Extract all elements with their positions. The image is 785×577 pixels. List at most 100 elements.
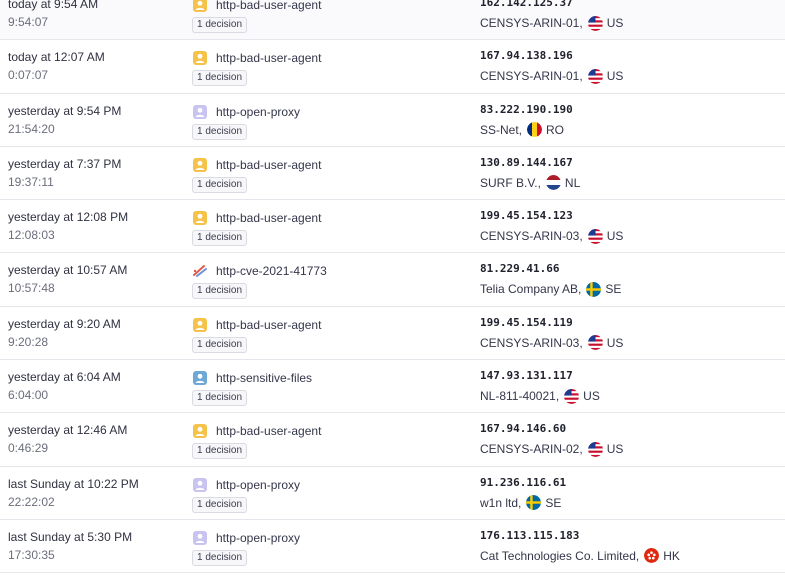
- scenario-name[interactable]: http-cve-2021-41773: [216, 264, 327, 278]
- absolute-time: 9:20:28: [8, 334, 49, 349]
- ip-address[interactable]: 81.229.41.66: [480, 261, 780, 277]
- table-row[interactable]: yesterday at 9:20 AM 9:20:28 http-bad-us…: [0, 307, 785, 361]
- alerts-list: today at 9:54 AM 9:54:07 http-bad-user-a…: [0, 0, 785, 574]
- ip-address[interactable]: 199.45.154.123: [480, 208, 780, 224]
- decision-badge[interactable]: 1 decision: [192, 123, 248, 140]
- network-name: CENSYS-ARIN-03,: [480, 229, 583, 244]
- table-row[interactable]: last Sunday at 10:22 PM 22:22:02 http-op…: [0, 467, 785, 520]
- table-row[interactable]: today at 12:07 AM 0:07:07 http-bad-user-…: [0, 40, 785, 94]
- scenario-name[interactable]: http-open-proxy: [216, 105, 300, 119]
- decision-badge[interactable]: 1 decision: [192, 549, 248, 566]
- source-cell: 91.236.116.61 w1n ltd, SE: [480, 475, 780, 511]
- relative-time: today at 9:54 AM: [8, 0, 99, 11]
- table-row[interactable]: yesterday at 10:57 AM 10:57:48 http-cve-…: [0, 253, 785, 307]
- network-name: Cat Technologies Co. Limited,: [480, 548, 640, 563]
- network-name: CENSYS-ARIN-01,: [480, 69, 583, 84]
- ip-address[interactable]: 130.89.144.167: [480, 155, 780, 171]
- country-code: US: [606, 442, 624, 457]
- flag-nl-icon: [545, 175, 561, 191]
- flag-hk-icon: [644, 548, 660, 564]
- source-cell: 83.222.190.190 SS-Net, RO: [480, 102, 780, 138]
- scenario-name[interactable]: http-bad-user-agent: [216, 0, 321, 12]
- scenario-name[interactable]: http-bad-user-agent: [216, 318, 321, 332]
- time-cell: yesterday at 10:57 AM 10:57:48: [8, 263, 188, 296]
- ip-address[interactable]: 91.236.116.61: [480, 475, 780, 491]
- relative-time: today at 12:07 AM: [8, 50, 105, 65]
- scenario-name[interactable]: http-open-proxy: [216, 531, 300, 545]
- scenario-name[interactable]: http-open-proxy: [216, 478, 300, 492]
- country-code: US: [583, 389, 600, 404]
- network-name: Telia Company AB,: [480, 282, 582, 297]
- table-row[interactable]: yesterday at 9:54 PM 21:54:20 http-open-…: [0, 94, 785, 147]
- scenario-cell: http-sensitive-files 1 decision: [192, 370, 462, 407]
- source-cell: 176.113.115.183 Cat Technologies Co. Lim…: [480, 528, 780, 564]
- time-cell: yesterday at 6:04 AM 6:04:00: [8, 370, 188, 403]
- decision-badge[interactable]: 1 decision: [192, 443, 248, 460]
- table-row[interactable]: yesterday at 6:04 AM 6:04:00 http-sensit…: [0, 360, 785, 414]
- absolute-time: 17:30:35: [8, 547, 55, 562]
- scenario-cell: http-open-proxy 1 decision: [192, 477, 462, 513]
- table-row[interactable]: last Sunday at 5:30 PM 17:30:35 http-ope…: [0, 520, 785, 574]
- decision-badge[interactable]: 1 decision: [192, 70, 248, 87]
- time-cell: yesterday at 12:46 AM 0:46:29: [8, 423, 188, 456]
- scenario-cell: http-bad-user-agent 1 decision: [192, 423, 462, 460]
- ip-address[interactable]: 176.113.115.183: [480, 528, 780, 544]
- relative-time: yesterday at 9:54 PM: [8, 103, 122, 118]
- country-code: US: [606, 335, 624, 350]
- flag-se-icon: [526, 495, 542, 511]
- absolute-time: 0:46:29: [8, 441, 49, 456]
- flag-us-icon: [587, 68, 603, 84]
- source-cell: 130.89.144.167 SURF B.V., NL: [480, 155, 780, 191]
- network-name: SS-Net,: [480, 122, 523, 137]
- network-name: CENSYS-ARIN-01,: [480, 16, 583, 30]
- time-cell: today at 12:07 AM 0:07:07: [8, 50, 188, 83]
- decision-badge[interactable]: 1 decision: [192, 390, 248, 407]
- absolute-time: 12:08:03: [8, 228, 55, 243]
- relative-time: last Sunday at 5:30 PM: [8, 529, 133, 544]
- network-name: SURF B.V.,: [480, 175, 541, 190]
- ip-address[interactable]: 162.142.125.37: [480, 0, 780, 11]
- cve-icon: [192, 263, 208, 279]
- country-code: US: [606, 229, 624, 244]
- table-row[interactable]: yesterday at 12:08 PM 12:08:03 http-bad-…: [0, 200, 785, 254]
- open-proxy-icon: [192, 104, 208, 120]
- decision-badge[interactable]: 1 decision: [192, 176, 248, 193]
- relative-time: yesterday at 12:08 PM: [8, 210, 129, 225]
- relative-time: yesterday at 10:57 AM: [8, 263, 128, 278]
- scenario-name[interactable]: http-sensitive-files: [216, 371, 312, 385]
- scenario-cell: http-bad-user-agent 1 decision: [192, 50, 462, 87]
- ip-address[interactable]: 167.94.146.60: [480, 421, 780, 437]
- table-row[interactable]: today at 9:54 AM 9:54:07 http-bad-user-a…: [0, 0, 785, 41]
- scenario-name[interactable]: http-bad-user-agent: [216, 51, 321, 65]
- relative-time: yesterday at 9:20 AM: [8, 316, 121, 331]
- scenario-name[interactable]: http-bad-user-agent: [216, 211, 321, 225]
- decision-badge[interactable]: 1 decision: [192, 17, 248, 33]
- network-name: CENSYS-ARIN-03,: [480, 335, 583, 350]
- bad-user-agent-icon: [192, 0, 208, 13]
- bad-user-agent-icon: [192, 50, 208, 66]
- absolute-time: 9:54:07: [8, 15, 49, 29]
- decision-badge[interactable]: 1 decision: [192, 496, 248, 513]
- flag-us-icon: [587, 335, 603, 351]
- relative-time: yesterday at 6:04 AM: [8, 370, 121, 385]
- source-cell: 167.94.138.196 CENSYS-ARIN-01, US: [480, 48, 780, 84]
- time-cell: today at 9:54 AM 9:54:07: [8, 0, 188, 30]
- bad-user-agent-icon: [192, 157, 208, 173]
- scenario-name[interactable]: http-bad-user-agent: [216, 158, 321, 172]
- ip-address[interactable]: 147.93.131.117: [480, 368, 780, 384]
- scenario-name[interactable]: http-bad-user-agent: [216, 424, 321, 438]
- relative-time: yesterday at 7:37 PM: [8, 156, 122, 171]
- table-row[interactable]: yesterday at 12:46 AM 0:46:29 http-bad-u…: [0, 413, 785, 467]
- decision-badge[interactable]: 1 decision: [192, 283, 248, 300]
- flag-us-icon: [587, 441, 603, 457]
- ip-address[interactable]: 83.222.190.190: [480, 102, 780, 118]
- decision-badge[interactable]: 1 decision: [192, 230, 248, 247]
- ip-address[interactable]: 199.45.154.119: [480, 315, 780, 331]
- decision-badge[interactable]: 1 decision: [192, 336, 248, 353]
- relative-time: last Sunday at 10:22 PM: [8, 476, 139, 491]
- ip-address[interactable]: 167.94.138.196: [480, 48, 780, 64]
- country-code: RO: [546, 122, 565, 137]
- flag-us-icon: [564, 388, 580, 404]
- country-code: US: [606, 16, 624, 30]
- table-row[interactable]: yesterday at 7:37 PM 19:37:11 http-bad-u…: [0, 147, 785, 201]
